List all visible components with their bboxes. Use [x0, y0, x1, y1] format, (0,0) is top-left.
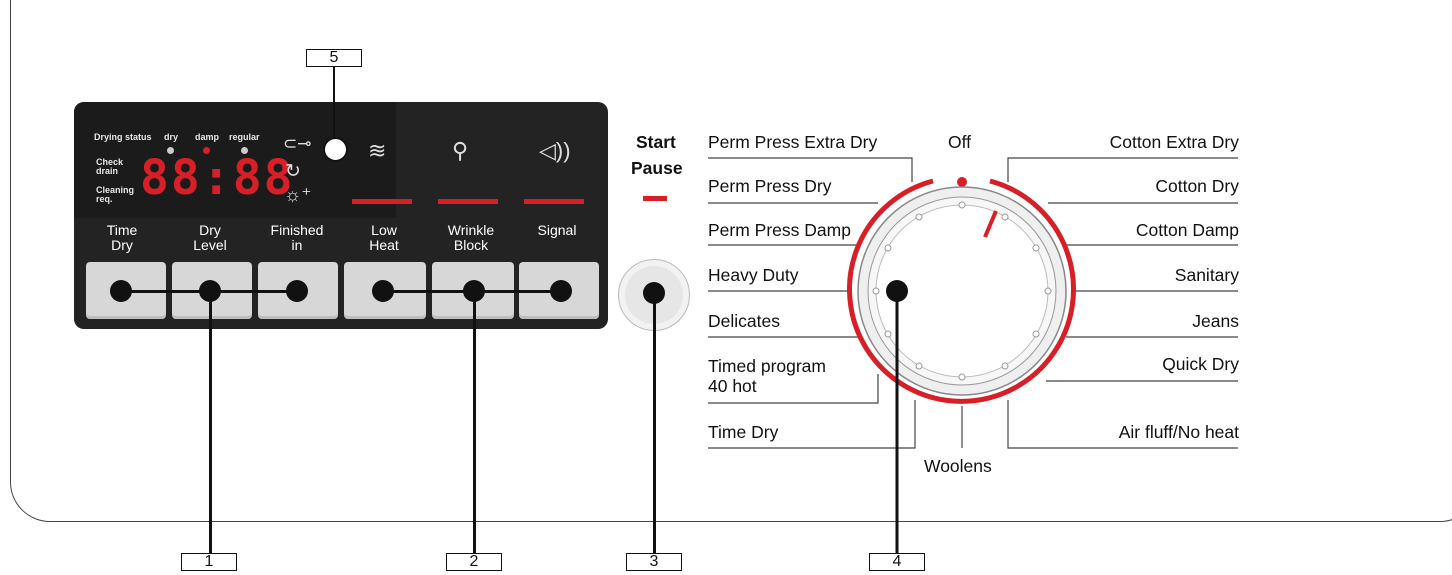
- callout-4: 4: [869, 553, 925, 571]
- program-perm-press-damp[interactable]: Perm Press Damp: [708, 220, 851, 240]
- program-perm-press-extra-dry[interactable]: Perm Press Extra Dry: [708, 132, 877, 152]
- callout-2: 2: [446, 553, 502, 571]
- program-quick-dry[interactable]: Quick Dry: [1162, 354, 1239, 374]
- program-cotton-damp[interactable]: Cotton Damp: [1136, 220, 1239, 240]
- program-air-fluff-no-heat[interactable]: Air fluff/No heat: [1119, 422, 1239, 442]
- program-cotton-dry[interactable]: Cotton Dry: [1155, 176, 1239, 196]
- program-sanitary[interactable]: Sanitary: [1175, 265, 1239, 285]
- program-delicates[interactable]: Delicates: [708, 311, 780, 331]
- callout-1: 1: [181, 553, 237, 571]
- program-woolens[interactable]: Woolens: [924, 456, 992, 476]
- program-time-dry[interactable]: Time Dry: [708, 422, 778, 442]
- program-cotton-extra-dry[interactable]: Cotton Extra Dry: [1110, 132, 1239, 152]
- callout-3: 3: [626, 553, 682, 571]
- program-off[interactable]: Off: [948, 132, 971, 152]
- callout-5: 5: [306, 49, 362, 67]
- program-dial[interactable]: [0, 0, 1452, 575]
- program-timed-40-hot[interactable]: Timed program 40 hot: [708, 356, 826, 396]
- program-heavy-duty[interactable]: Heavy Duty: [708, 265, 798, 285]
- program-jeans[interactable]: Jeans: [1192, 311, 1239, 331]
- program-perm-press-dry[interactable]: Perm Press Dry: [708, 176, 831, 196]
